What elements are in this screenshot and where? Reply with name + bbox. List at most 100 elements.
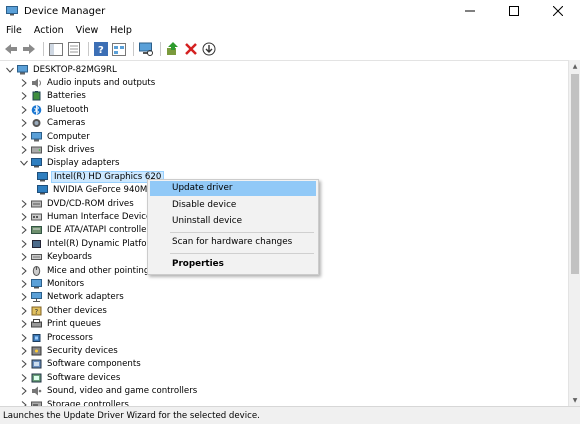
- view-button[interactable]: [111, 41, 127, 57]
- category-computer[interactable]: Computer: [20, 130, 92, 143]
- chevron-right-icon[interactable]: [20, 373, 28, 383]
- show-hide-icon: [49, 42, 63, 56]
- scroll-up-icon[interactable]: ▲: [569, 60, 580, 72]
- tree-item-label: Batteries: [47, 91, 86, 102]
- chevron-right-icon[interactable]: [20, 91, 28, 101]
- category-dvd-cd-rom-drives[interactable]: DVD/CD-ROM drives: [20, 197, 136, 210]
- scroll-down-icon[interactable]: ▼: [569, 394, 580, 406]
- scan-hardware-button[interactable]: [138, 41, 154, 57]
- category-bluetooth[interactable]: Bluetooth: [20, 103, 91, 116]
- uninstall-button[interactable]: [183, 41, 199, 57]
- chevron-right-icon[interactable]: [20, 279, 28, 289]
- category-batteries[interactable]: Batteries: [20, 90, 88, 103]
- toolbar-separator: [160, 42, 161, 56]
- category-print-queues[interactable]: Print queues: [20, 318, 103, 331]
- chevron-right-icon[interactable]: [20, 252, 28, 262]
- battery-icon: [31, 91, 42, 101]
- category-processors[interactable]: Processors: [20, 331, 95, 344]
- properties-icon: [68, 42, 80, 56]
- vertical-scrollbar[interactable]: ▲ ▼: [568, 60, 580, 406]
- chevron-down-icon[interactable]: [6, 65, 14, 75]
- hid-icon: [31, 212, 42, 222]
- chevron-right-icon[interactable]: [20, 386, 28, 396]
- chevron-right-icon[interactable]: [20, 78, 28, 88]
- menu-view[interactable]: View: [70, 22, 105, 39]
- menu-item-uninstall-device[interactable]: Uninstall device: [150, 214, 316, 229]
- download-button[interactable]: [201, 41, 217, 57]
- tree-item-label: NVIDIA GeForce 940M: [53, 185, 148, 196]
- category-software-devices[interactable]: Software devices: [20, 371, 122, 384]
- scrollbar-thumb[interactable]: [571, 74, 579, 274]
- monitor-icon: [31, 279, 42, 289]
- help-button[interactable]: ?: [93, 41, 109, 57]
- chevron-down-icon[interactable]: [20, 158, 28, 168]
- chevron-right-icon[interactable]: [20, 319, 28, 329]
- menu-help[interactable]: Help: [104, 22, 138, 39]
- category-audio-inputs-and-outputs[interactable]: Audio inputs and outputs: [20, 76, 157, 89]
- help-icon: ?: [94, 42, 108, 56]
- category-keyboards[interactable]: Keyboards: [20, 251, 94, 264]
- category-other-devices[interactable]: ? Other devices: [20, 304, 109, 317]
- tree-item-label: Audio inputs and outputs: [47, 78, 156, 89]
- category-software-components[interactable]: Software components: [20, 358, 143, 371]
- chevron-right-icon[interactable]: [20, 225, 28, 235]
- menu-separator: [170, 232, 314, 233]
- chevron-right-icon[interactable]: [20, 306, 28, 316]
- tree-item-label: Computer: [47, 131, 90, 142]
- back-button[interactable]: [3, 41, 19, 57]
- device-nvidia-geforce-940m[interactable]: NVIDIA GeForce 940M: [34, 184, 149, 197]
- ide-icon: [31, 225, 42, 235]
- chevron-right-icon[interactable]: [20, 145, 28, 155]
- chevron-right-icon[interactable]: [20, 346, 28, 356]
- properties-button[interactable]: [66, 41, 82, 57]
- category-security-devices[interactable]: Security devices: [20, 344, 120, 357]
- software-device-icon: [31, 373, 42, 383]
- tree-item-label: IDE ATA/ATAPI controllers: [47, 225, 155, 236]
- category-display-adapters[interactable]: Display adapters: [20, 157, 122, 170]
- update-driver-button[interactable]: [165, 41, 181, 57]
- tree-item-label: Display adapters: [47, 158, 120, 169]
- menu-item-disable-device[interactable]: Disable device: [150, 198, 316, 213]
- category-network-adapters[interactable]: Network adapters: [20, 291, 126, 304]
- chevron-right-icon[interactable]: [20, 118, 28, 128]
- close-button[interactable]: [536, 0, 580, 22]
- chevron-right-icon[interactable]: [20, 199, 28, 209]
- device-intel-r-hd-graphics-620[interactable]: Intel(R) HD Graphics 620: [34, 170, 165, 183]
- tree-item-label: Software components: [47, 359, 141, 370]
- chevron-right-icon[interactable]: [20, 105, 28, 115]
- window-title: Device Manager: [24, 5, 106, 17]
- chevron-right-icon[interactable]: [20, 333, 28, 343]
- update-driver-icon: [167, 42, 178, 55]
- menu-action[interactable]: Action: [28, 22, 70, 39]
- mouse-icon: [31, 265, 42, 276]
- tree-item-label: Print queues: [47, 319, 101, 330]
- chevron-right-icon[interactable]: [20, 266, 28, 276]
- computer-icon: [17, 64, 28, 75]
- menu-item-properties[interactable]: Properties: [150, 257, 316, 272]
- menu-file[interactable]: File: [0, 22, 28, 39]
- minimize-button[interactable]: [448, 0, 492, 22]
- tree-item-label: Processors: [47, 332, 93, 343]
- category-ide-ata-atapi-controllers[interactable]: IDE ATA/ATAPI controllers: [20, 224, 156, 237]
- show-hide-console-tree-button[interactable]: [48, 41, 64, 57]
- category-cameras[interactable]: Cameras: [20, 117, 87, 130]
- category-sound-video-and-game-controllers[interactable]: Sound, video and game controllers: [20, 385, 199, 398]
- menu-item-update-driver[interactable]: Update driver: [150, 181, 316, 196]
- category-disk-drives[interactable]: Disk drives: [20, 143, 96, 156]
- menu-item-scan-hardware[interactable]: Scan for hardware changes: [150, 235, 316, 250]
- maximize-button[interactable]: [492, 0, 536, 22]
- software-component-icon: [31, 359, 42, 369]
- chevron-right-icon[interactable]: [20, 359, 28, 369]
- forward-button[interactable]: [21, 41, 37, 57]
- view-icon: [112, 42, 126, 56]
- chevron-right-icon[interactable]: [20, 212, 28, 222]
- category-monitors[interactable]: Monitors: [20, 277, 86, 290]
- chevron-right-icon[interactable]: [20, 132, 28, 142]
- category-storage-controllers[interactable]: Storage controllers: [20, 398, 131, 406]
- category-human-interface-devices[interactable]: Human Interface Devices: [20, 210, 158, 223]
- tree-root[interactable]: DESKTOP-82MG9RL: [6, 63, 119, 76]
- tree-item-label: Human Interface Devices: [47, 212, 156, 223]
- chevron-right-icon[interactable]: [20, 292, 28, 302]
- title-bar: Device Manager: [0, 0, 580, 22]
- chevron-right-icon[interactable]: [20, 239, 28, 249]
